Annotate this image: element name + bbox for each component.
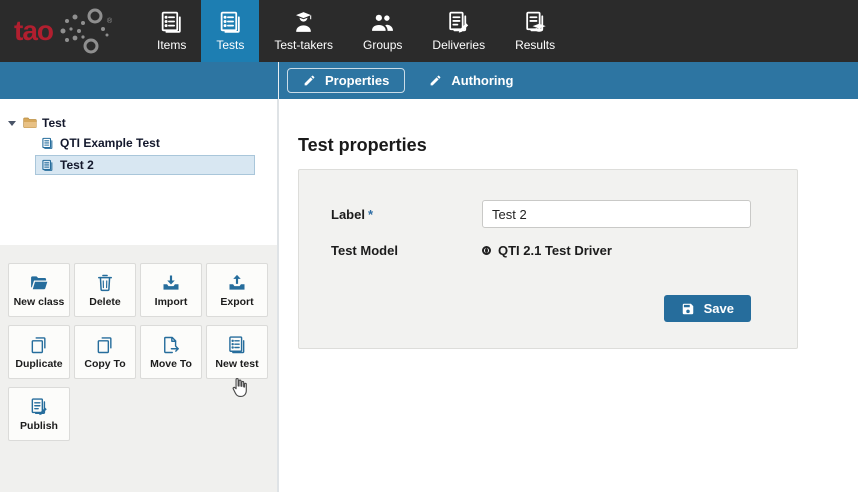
tao-logo[interactable]: tao ® <box>0 0 142 62</box>
trash-icon <box>95 273 115 293</box>
test-model-label: Test Model <box>331 243 482 258</box>
publish-button[interactable]: Publish <box>8 387 70 441</box>
import-button[interactable]: Import <box>140 263 202 317</box>
tab-properties-label: Properties <box>325 73 389 88</box>
action-label: Publish <box>20 420 58 432</box>
test-takers-icon <box>291 10 316 35</box>
tree-item-qti-example-test[interactable]: QTI Example Test <box>35 133 255 153</box>
nav-tab-label: Tests <box>216 38 244 52</box>
new-test-button[interactable]: New test <box>206 325 268 379</box>
nav-tab-results[interactable]: Results <box>500 0 570 62</box>
test-model-radio[interactable] <box>482 246 491 255</box>
action-label: New class <box>14 296 65 308</box>
resource-tree: Test QTI Example Test Test 2 <box>0 99 277 245</box>
delete-button[interactable]: Delete <box>74 263 136 317</box>
action-label: Delete <box>89 296 121 308</box>
tree-item-test-2[interactable]: Test 2 <box>35 155 255 175</box>
test-properties-form: Label* Test Model QTI 2.1 Test Driver Sa… <box>298 169 798 349</box>
main-nav-tabs: Items Tests Test-takers <box>142 0 570 62</box>
save-button-label: Save <box>704 301 734 316</box>
caret-down-icon[interactable] <box>8 121 16 126</box>
save-button[interactable]: Save <box>664 295 751 322</box>
pencil-icon <box>303 74 316 87</box>
resource-sidebar: Test QTI Example Test Test 2 <box>0 99 279 492</box>
nav-tab-label: Items <box>157 38 186 52</box>
workspace: Test QTI Example Test Test 2 <box>0 99 858 492</box>
deliveries-icon <box>446 10 471 35</box>
test-icon <box>41 159 54 172</box>
label-input[interactable] <box>482 200 751 228</box>
label-text: Label <box>331 207 365 222</box>
new-class-button[interactable]: New class <box>8 263 70 317</box>
page-title: Test properties <box>298 135 858 156</box>
action-label: Import <box>155 296 188 308</box>
tree-node-test-class[interactable]: Test <box>8 115 267 131</box>
nav-tab-label: Results <box>515 38 555 52</box>
required-asterisk: * <box>368 207 373 222</box>
duplicate-button[interactable]: Duplicate <box>8 325 70 379</box>
svg-text:®: ® <box>107 17 113 25</box>
import-icon <box>161 273 181 293</box>
duplicate-icon <box>29 335 49 355</box>
tree-action-panel: New class Delete Import <box>0 245 277 492</box>
form-footer: Save <box>331 295 751 322</box>
test-icon <box>41 137 54 150</box>
main-content: Test properties Label* Test Model QTI 2.… <box>279 99 858 492</box>
tree-item-label: Test 2 <box>60 158 94 172</box>
tab-authoring[interactable]: Authoring <box>413 68 529 93</box>
action-label: New test <box>215 358 258 370</box>
publish-icon <box>29 397 49 417</box>
new-test-icon <box>227 335 247 355</box>
copy-to-button[interactable]: Copy To <box>74 325 136 379</box>
nav-tab-tests[interactable]: Tests <box>201 0 259 62</box>
pencil-icon <box>429 74 442 87</box>
export-icon <box>227 273 247 293</box>
nav-tab-label: Test-takers <box>274 38 333 52</box>
items-icon <box>159 10 184 35</box>
label-field-row: Label* <box>331 200 751 228</box>
action-label: Duplicate <box>15 358 62 370</box>
nav-tab-deliveries[interactable]: Deliveries <box>417 0 500 62</box>
results-icon <box>523 10 548 35</box>
nav-tab-items[interactable]: Items <box>142 0 201 62</box>
export-button[interactable]: Export <box>206 263 268 317</box>
nav-tab-label: Groups <box>363 38 402 52</box>
radio-dot <box>485 248 488 253</box>
action-label: Copy To <box>84 358 125 370</box>
move-icon <box>161 335 181 355</box>
section-action-bar: Properties Authoring <box>0 62 858 99</box>
move-to-button[interactable]: Move To <box>140 325 202 379</box>
top-navigation-bar: tao ® Items <box>0 0 858 62</box>
copy-icon <box>95 335 115 355</box>
tree-item-label: QTI Example Test <box>60 136 160 150</box>
tests-icon <box>218 10 243 35</box>
tree-node-label: Test <box>42 116 66 130</box>
tao-logo-text: tao <box>14 17 53 45</box>
test-model-option-label: QTI 2.1 Test Driver <box>498 243 612 258</box>
nav-tab-test-takers[interactable]: Test-takers <box>259 0 348 62</box>
folder-open-icon <box>29 273 49 293</box>
tab-properties[interactable]: Properties <box>287 68 405 93</box>
tao-logo-burst-icon: ® <box>55 7 113 55</box>
subnav-sidebar-spacer <box>0 62 279 99</box>
label-field-label: Label* <box>331 207 482 222</box>
test-model-row: Test Model QTI 2.1 Test Driver <box>331 243 751 258</box>
action-label: Export <box>220 296 253 308</box>
nav-tab-label: Deliveries <box>432 38 485 52</box>
nav-tab-groups[interactable]: Groups <box>348 0 417 62</box>
save-icon <box>681 302 695 316</box>
folder-icon <box>22 115 38 131</box>
action-label: Move To <box>150 358 192 370</box>
groups-icon <box>370 10 395 35</box>
tab-authoring-label: Authoring <box>451 73 513 88</box>
